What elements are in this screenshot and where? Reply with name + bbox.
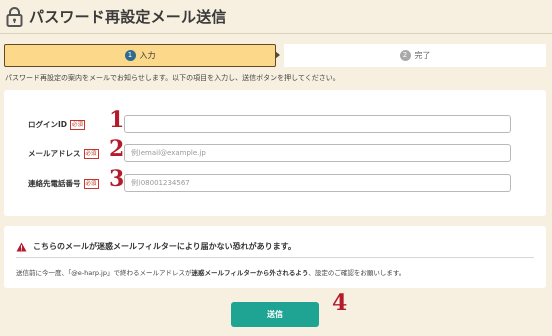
step-label-input: 入力 [139, 51, 156, 60]
login-id-label: ログインID [28, 120, 68, 129]
warning-text-end: 、設定のご確認をお願いします。 [308, 269, 406, 277]
annotation-number: 3 [109, 166, 125, 192]
field-label: ログインID 必須 [28, 119, 86, 130]
required-badge: 必須 [83, 178, 99, 189]
step-arrow-icon [275, 51, 280, 59]
step-label-complete: 完了 [414, 51, 431, 60]
page-header: パスワード再設定メール送信 [0, 0, 552, 33]
field-label: メールアドレス 必須 [28, 148, 99, 159]
email-input[interactable] [124, 144, 511, 162]
form-panel: ログインID 必須 1 メールアドレス 必須 2 連絡先電話番号 必須 3 [4, 90, 546, 216]
step-input: 1 入力 [4, 44, 276, 67]
phone-input[interactable] [124, 174, 511, 192]
warning-divider [16, 257, 534, 258]
login-id-input[interactable] [124, 115, 511, 133]
step-indicator: 1 入力 2 完了 [4, 44, 546, 67]
phone-row: 連絡先電話番号 必須 3 [4, 166, 546, 194]
email-row: メールアドレス 必須 2 [4, 136, 546, 164]
warning-icon [16, 242, 27, 251]
field-label: 連絡先電話番号 必須 [28, 178, 99, 189]
step-number-1: 1 [124, 50, 136, 61]
annotation-number: 2 [109, 136, 125, 162]
header-divider [0, 33, 552, 34]
login-id-row: ログインID 必須 1 [4, 107, 546, 135]
lock-icon [6, 6, 23, 27]
warning-heading: こちらのメールが迷惑メールフィルターにより届かない恐れがあります。 [16, 241, 296, 252]
step-complete: 2 完了 [284, 44, 546, 67]
required-badge: 必須 [83, 148, 99, 159]
warning-text-emphasis: 迷惑メールフィルターから外されるよう [191, 269, 309, 277]
warning-text: 送信前に今一度、「@e-harp.jp」で終わるメールアドレスが迷惑メールフィル… [16, 267, 405, 277]
step-number-2: 2 [399, 50, 411, 61]
warning-text-start: 送信前に今一度、「@e-harp.jp」で終わるメールアドレスが [16, 269, 192, 277]
phone-label: 連絡先電話番号 [28, 179, 81, 188]
page-title: パスワード再設定メール送信 [29, 8, 227, 26]
instructions-text: パスワード再設定の案内をメールでお知らせします。以下の項目を入力し、送信ボタンを… [5, 74, 340, 82]
warning-panel: こちらのメールが迷惑メールフィルターにより届かない恐れがあります。 送信前に今一… [4, 226, 546, 288]
warning-title: こちらのメールが迷惑メールフィルターにより届かない恐れがあります。 [33, 242, 296, 251]
submit-button[interactable]: 送信 [231, 302, 319, 327]
email-label: メールアドレス [28, 149, 81, 158]
annotation-number: 4 [332, 290, 348, 316]
required-badge: 必須 [70, 119, 86, 130]
annotation-number: 1 [109, 107, 125, 133]
